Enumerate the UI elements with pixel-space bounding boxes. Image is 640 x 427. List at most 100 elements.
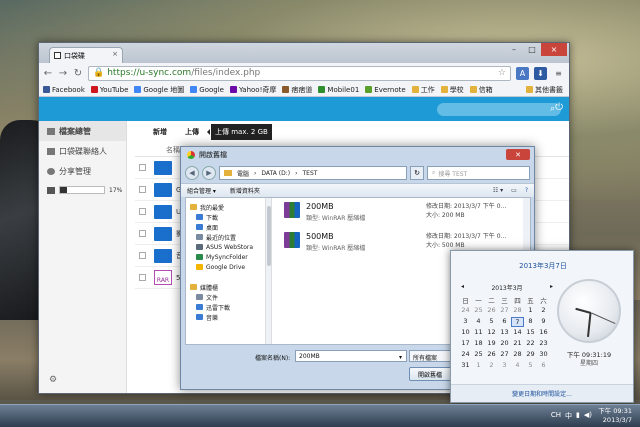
sidebar-item-files[interactable]: 檔案總管 (39, 121, 126, 141)
volume-icon[interactable]: ◀) (584, 411, 592, 421)
calendar-day[interactable]: 4 (511, 361, 524, 371)
bookmark-item[interactable]: Evernote (365, 86, 406, 94)
breadcrumb-item[interactable]: 電腦 (237, 169, 249, 178)
calendar-day[interactable]: 4 (472, 317, 485, 327)
bookmark-item[interactable]: 學校 (440, 85, 464, 95)
calendar-day[interactable]: 24 (459, 350, 472, 360)
calendar-day[interactable]: 26 (485, 350, 498, 360)
calendar-day[interactable]: 23 (537, 339, 550, 349)
upload-button[interactable]: 上傳 (179, 124, 205, 140)
row-checkbox[interactable] (139, 208, 146, 215)
calendar-day[interactable]: 17 (459, 339, 472, 349)
ime-indicator[interactable]: 中 (565, 411, 572, 421)
calendar-day[interactable]: 5 (524, 361, 537, 371)
calendar-day[interactable]: 19 (485, 339, 498, 349)
chevron-down-icon[interactable]: ▾ (399, 354, 402, 361)
tree-item[interactable]: 文件 (186, 292, 265, 302)
row-checkbox[interactable] (139, 252, 146, 259)
calendar-day-today[interactable]: 7 (511, 317, 524, 327)
calendar-day[interactable]: 1 (472, 361, 485, 371)
calendar-day[interactable]: 22 (524, 339, 537, 349)
menu-icon[interactable]: ≡ (552, 67, 565, 80)
bookmark-item[interactable]: 工作 (411, 85, 435, 95)
tree-item[interactable]: 我的最愛 (186, 202, 265, 212)
preview-pane-icon[interactable]: ▭ (511, 187, 517, 194)
organize-button[interactable]: 組合管理 ▾ (187, 186, 216, 195)
back-button[interactable]: ← (43, 68, 53, 79)
calendar-day[interactable]: 27 (498, 350, 511, 360)
calendar-day[interactable]: 3 (459, 317, 472, 327)
bookmark-item[interactable]: YouTube (90, 86, 128, 94)
calendar-day[interactable]: 12 (485, 328, 498, 338)
forward-button[interactable]: ▶ (202, 166, 216, 180)
tree-item[interactable]: MySyncFolder (186, 252, 265, 262)
bookmark-item[interactable]: 痞痞道 (282, 85, 312, 95)
calendar-day[interactable]: 5 (485, 317, 498, 327)
filename-field[interactable]: 200MB ▾ (295, 350, 407, 362)
language-indicator[interactable]: CH (551, 411, 561, 421)
tree-scrollbar[interactable] (266, 198, 272, 344)
bookmark-item[interactable]: Facebook (43, 86, 85, 94)
row-checkbox[interactable] (139, 186, 146, 193)
bookmark-star-icon[interactable]: ☆ (498, 68, 506, 78)
maximize-button[interactable]: □ (523, 43, 541, 56)
calendar-day[interactable]: 1 (524, 306, 537, 316)
tree-item[interactable] (186, 272, 265, 282)
calendar-day[interactable]: 6 (498, 317, 511, 327)
calendar-day[interactable]: 3 (498, 361, 511, 371)
tree-item[interactable]: ASUS WebStora (186, 242, 265, 252)
scrollbar-thumb[interactable] (267, 206, 271, 266)
search-input[interactable]: ⌕ (437, 103, 561, 116)
tree-item[interactable]: 迅雷下載 (186, 302, 265, 312)
calendar-day[interactable]: 20 (498, 339, 511, 349)
new-folder-button[interactable]: 新增資料夾 (230, 186, 260, 195)
calendar-day[interactable]: 24 (459, 306, 472, 316)
calendar-day[interactable]: 8 (524, 317, 537, 327)
close-window-button[interactable]: × (541, 43, 567, 56)
calendar-day[interactable]: 27 (498, 306, 511, 316)
gear-icon[interactable]: ⚙ (49, 375, 57, 385)
download-extension-icon[interactable]: ⬇ (534, 66, 547, 80)
reload-button[interactable]: ↻ (73, 68, 83, 79)
calendar-day[interactable]: 25 (472, 350, 485, 360)
calendar-day[interactable]: 9 (537, 317, 550, 327)
tree-item[interactable]: 音樂 (186, 312, 265, 322)
breadcrumb[interactable]: 電腦 › DATA (D:) › TEST (219, 166, 407, 180)
calendar-day[interactable]: 30 (537, 350, 550, 360)
extension-icon[interactable]: A (516, 66, 529, 80)
network-icon[interactable]: ▮ (576, 411, 580, 421)
sidebar-item-share[interactable]: 分享管理 (39, 161, 126, 181)
calendar-day[interactable]: 2 (537, 306, 550, 316)
row-checkbox[interactable] (139, 230, 146, 237)
calendar-day[interactable]: 26 (485, 306, 498, 316)
calendar-day[interactable]: 21 (511, 339, 524, 349)
calendar-day[interactable]: 13 (498, 328, 511, 338)
minimize-button[interactable]: – (505, 43, 523, 56)
change-datetime-link[interactable]: 變更日期和時間設定... (451, 384, 633, 402)
calendar-day[interactable]: 18 (472, 339, 485, 349)
calendar-day[interactable]: 31 (459, 361, 472, 371)
calendar-day[interactable]: 2 (485, 361, 498, 371)
dialog-close-button[interactable]: ✕ (506, 149, 530, 160)
month-label[interactable]: 2013年3月 (491, 283, 522, 292)
breadcrumb-item[interactable]: DATA (D:) (261, 170, 290, 177)
tree-item[interactable]: 媒體櫃 (186, 282, 265, 292)
tree-item[interactable]: 桌面 (186, 222, 265, 232)
column-name[interactable]: 名稱 (166, 145, 180, 155)
view-options-icon[interactable]: ☷ ▾ (493, 187, 503, 194)
calendar-day[interactable]: 14 (511, 328, 524, 338)
bookmark-item[interactable]: Mobile01 (318, 86, 359, 94)
refresh-button[interactable]: ↻ (410, 166, 424, 180)
calendar-day[interactable]: 15 (524, 328, 537, 338)
tree-item[interactable]: Google Drive (186, 262, 265, 272)
tree-item[interactable]: 下載 (186, 212, 265, 222)
calendar-day[interactable]: 28 (511, 350, 524, 360)
dialog-file-item[interactable]: 200MB 類型: WinRAR 壓縮檔 修改日期: 2013/3/7 下午 0..… (276, 198, 530, 228)
calendar-day[interactable]: 25 (472, 306, 485, 316)
calendar-day[interactable]: 11 (472, 328, 485, 338)
row-checkbox[interactable] (139, 164, 146, 171)
tab-close-icon[interactable]: × (112, 50, 118, 58)
address-bar[interactable]: 🔒 https://u-sync.com /files/index.php ☆ (88, 65, 511, 81)
calendar-day[interactable]: 16 (537, 328, 550, 338)
long-date-link[interactable]: 2013年3月7日 (451, 261, 635, 271)
